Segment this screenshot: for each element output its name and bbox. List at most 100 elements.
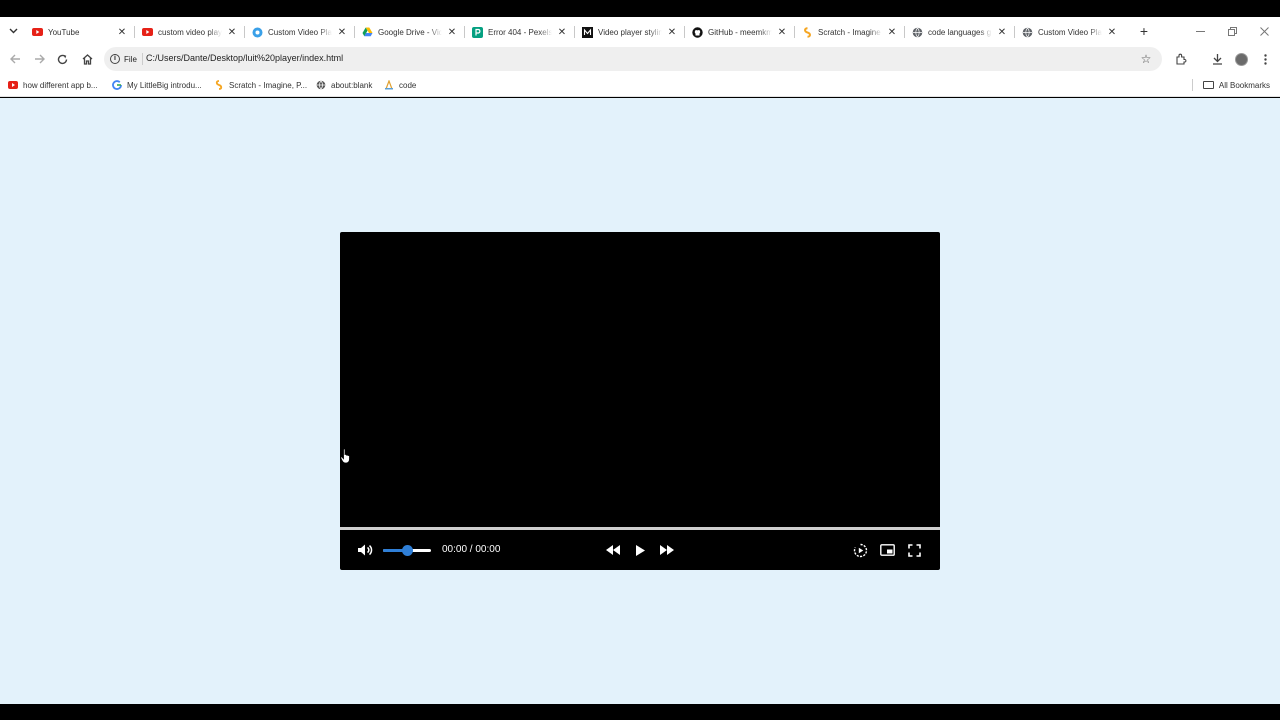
- tab-title: Google Drive - Video: [378, 27, 442, 37]
- bookmark-label: code: [399, 80, 417, 90]
- bookmark-item[interactable]: Scratch - Imagine, P...: [214, 78, 307, 92]
- tab-title: GitHub - meemkm: [708, 27, 772, 37]
- browser-tab[interactable]: Custom Video Player ✕: [244, 19, 354, 45]
- bookmark-item[interactable]: code: [384, 78, 416, 92]
- rewind-icon[interactable]: [604, 541, 622, 559]
- browser-tab[interactable]: Google Drive - Video ✕: [354, 19, 464, 45]
- bookmark-item[interactable]: about:blank: [316, 78, 372, 92]
- bookmark-item[interactable]: how different app b...: [8, 78, 98, 92]
- video-player[interactable]: 00:00 / 00:00: [340, 232, 940, 570]
- bookmark-label: about:blank: [331, 80, 373, 90]
- hand-cursor-icon: [340, 448, 350, 464]
- download-icon[interactable]: [1208, 50, 1226, 68]
- new-tab-button[interactable]: +: [1136, 23, 1152, 39]
- browser-tab[interactable]: YouTube ✕: [24, 19, 134, 45]
- youtube-icon: [142, 27, 153, 38]
- custom-app-icon: [252, 27, 263, 38]
- scratch-icon: [802, 26, 813, 38]
- tab-close-icon[interactable]: ✕: [446, 26, 458, 38]
- github-icon: [692, 26, 703, 38]
- browser-tab[interactable]: Scratch - Imagine ✕: [794, 19, 904, 45]
- time-display: 00:00 / 00:00: [442, 544, 501, 555]
- globe-icon: [912, 27, 923, 38]
- window-controls: [1184, 17, 1280, 45]
- code-icon: [384, 80, 394, 90]
- medium-icon: [582, 26, 593, 38]
- all-bookmarks-button[interactable]: All Bookmarks: [1191, 78, 1270, 92]
- folder-icon: [1202, 81, 1214, 89]
- address-bar[interactable]: i File C:/Users/Dante/Desktop/luit%20pla…: [104, 47, 1162, 71]
- site-chip-label: File: [124, 54, 137, 64]
- picture-in-picture-icon[interactable]: [878, 541, 896, 559]
- google-drive-icon: [362, 27, 373, 38]
- back-arrow-icon[interactable]: [6, 50, 24, 68]
- player-controls: 00:00 / 00:00: [340, 530, 940, 570]
- tab-search-chevron-icon[interactable]: [4, 22, 22, 40]
- tab-title: YouTube: [48, 27, 80, 37]
- menu-kebab-icon[interactable]: [1256, 50, 1274, 68]
- youtube-icon: [8, 80, 18, 90]
- volume-icon[interactable]: [357, 541, 375, 559]
- tab-close-icon[interactable]: ✕: [886, 26, 898, 38]
- browser-tab[interactable]: code languages g ✕: [904, 19, 1014, 45]
- screen-bottom-border: [0, 704, 1280, 720]
- reload-icon[interactable]: [53, 50, 71, 68]
- bookmark-label: how different app b...: [23, 80, 98, 90]
- browser-tab[interactable]: Error 404 - Pexels ✕: [464, 19, 574, 45]
- volume-thumb[interactable]: [401, 545, 413, 556]
- tab-close-icon[interactable]: ✕: [1106, 26, 1118, 38]
- tab-strip: YouTube✕custom video player✕Custom Video…: [0, 17, 1280, 45]
- all-bookmarks-label: All Bookmarks: [1218, 80, 1270, 90]
- tab-close-icon[interactable]: ✕: [336, 26, 348, 38]
- bookmark-item[interactable]: My LittleBig introdu...: [112, 78, 202, 92]
- browser-tab[interactable]: GitHub - meemkm ✕: [684, 19, 794, 45]
- youtube-icon: [32, 27, 43, 38]
- avatar: [1234, 52, 1248, 66]
- bookmark-label: Scratch - Imagine, P...: [229, 80, 308, 90]
- browser-toolbar: i File C:/Users/Dante/Desktop/luit%20pla…: [0, 45, 1280, 73]
- fast-forward-icon[interactable]: [658, 541, 676, 559]
- play-icon[interactable]: [631, 541, 649, 559]
- tab-title: custom video player: [158, 27, 222, 37]
- close-window-icon[interactable]: [1248, 17, 1280, 45]
- site-info-chip[interactable]: i File: [110, 51, 137, 67]
- browser-tab[interactable]: custom video player ✕: [134, 19, 244, 45]
- google-icon: [112, 80, 122, 90]
- tab-title: Scratch - Imagine: [818, 27, 881, 37]
- minimize-icon[interactable]: [1184, 17, 1216, 45]
- tab-title: Video player styling: [598, 27, 662, 37]
- omnibox-separator: [142, 53, 143, 65]
- tab-title: Custom Video Pla: [1038, 27, 1102, 37]
- home-icon[interactable]: [78, 50, 96, 68]
- browser-tab[interactable]: Video player styling ✕: [574, 19, 684, 45]
- bookmark-star-icon[interactable]: ☆: [1138, 51, 1154, 67]
- tab-close-icon[interactable]: ✕: [666, 26, 678, 38]
- tab-close-icon[interactable]: ✕: [776, 26, 788, 38]
- tab-title: Error 404 - Pexels: [488, 27, 552, 37]
- playback-speed-icon[interactable]: [851, 541, 869, 559]
- restore-icon[interactable]: [1216, 17, 1248, 45]
- forward-arrow-icon[interactable]: [30, 50, 48, 68]
- tab-close-icon[interactable]: ✕: [556, 26, 568, 38]
- browser-tab[interactable]: Custom Video Pla ✕: [1014, 19, 1124, 45]
- extensions-icon[interactable]: [1172, 50, 1190, 68]
- globe-icon: [316, 80, 326, 90]
- volume-slider[interactable]: [383, 545, 431, 556]
- bookmarks-bar: how different app b... My LittleBig intr…: [0, 73, 1280, 97]
- bookmark-label: My LittleBig introdu...: [127, 80, 202, 90]
- fullscreen-icon[interactable]: [905, 541, 923, 559]
- tab-close-icon[interactable]: ✕: [226, 26, 238, 38]
- screen-top-border: [0, 0, 1280, 17]
- page-content: 00:00 / 00:00: [0, 98, 1280, 704]
- scratch-icon: [214, 80, 224, 90]
- bookmarks-separator: [1191, 79, 1193, 91]
- url-text[interactable]: C:/Users/Dante/Desktop/luit%20player/ind…: [146, 53, 343, 63]
- tab-list: YouTube✕custom video player✕Custom Video…: [24, 19, 1124, 45]
- tab-title: Custom Video Player: [268, 27, 332, 37]
- profile-avatar[interactable]: [1232, 50, 1250, 68]
- info-icon: i: [110, 54, 120, 64]
- tab-close-icon[interactable]: ✕: [996, 26, 1008, 38]
- globe-icon: [1022, 27, 1033, 38]
- tab-title: code languages g: [928, 27, 992, 37]
- tab-close-icon[interactable]: ✕: [116, 26, 128, 38]
